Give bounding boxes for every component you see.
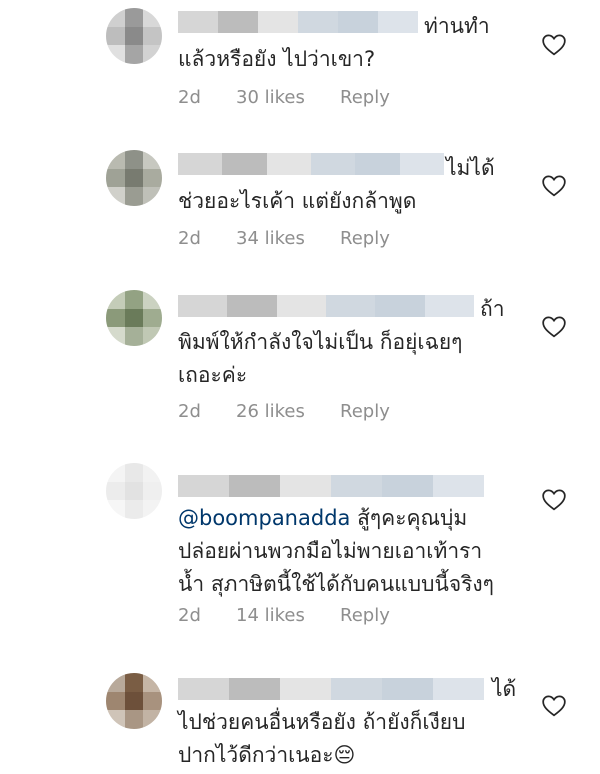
heart-outline-icon[interactable] <box>541 32 567 56</box>
username-suffix: ท่านทำ <box>424 14 490 38</box>
likes-count[interactable]: 30 likes <box>236 87 340 108</box>
avatar[interactable] <box>106 673 162 729</box>
mention-link[interactable]: @boompanadda <box>178 506 350 530</box>
comment-meta: 2d 26 likes Reply <box>178 401 390 422</box>
comment-body: ไปช่วยคนอื่นหรือยัง ถ้ายังก็เงียบ ปากไว้… <box>178 710 466 767</box>
heart-outline-icon[interactable] <box>541 487 567 511</box>
comment-text: ได้ ไปช่วยคนอื่นหรือยัง ถ้ายังก็เงียบ ปา… <box>178 673 528 772</box>
avatar[interactable] <box>106 290 162 346</box>
comment-body: ปล่อยผ่านพวกมือไม่พายเอาเท้ารา น้ำ สุภาษ… <box>178 539 494 596</box>
comment-first-line-text: สู้ๆคะคุณบุ่ม <box>350 506 468 530</box>
comment-first-line: @boompanadda สู้ๆคะคุณบุ่ม <box>178 502 467 535</box>
comment-body: พิมพ์ให้กำลังใจไม่เป็น ก็อยุ่เฉยๆ เถอะค่… <box>178 330 463 387</box>
likes-count[interactable]: 34 likes <box>236 228 340 249</box>
avatar[interactable] <box>106 150 162 206</box>
username-blurred[interactable] <box>178 475 484 497</box>
comment-meta: 2d 34 likes Reply <box>178 228 390 249</box>
comment-age: 2d <box>178 228 201 249</box>
comment-age: 2d <box>178 87 201 108</box>
reply-button[interactable]: Reply <box>340 401 390 422</box>
username-suffix: ได้ <box>492 677 517 701</box>
comment-body: แล้วหรือยัง ไปว่าเขา? <box>178 47 376 71</box>
username-suffix: ไม่ได้ <box>446 156 495 180</box>
heart-outline-icon[interactable] <box>541 314 567 338</box>
likes-count[interactable]: 14 likes <box>236 605 340 626</box>
reply-button[interactable]: Reply <box>340 228 390 249</box>
username-suffix: ถ้า <box>480 297 505 321</box>
comment-meta: 2d 30 likes Reply <box>178 87 390 108</box>
avatar[interactable] <box>106 463 162 519</box>
comment-meta: 2d 14 likes Reply <box>178 605 390 626</box>
comment-text: ถ้า พิมพ์ให้กำลังใจไม่เป็น ก็อยุ่เฉยๆ เถ… <box>178 293 528 392</box>
avatar[interactable] <box>106 8 162 64</box>
comment-text: @boompanadda สู้ๆคะคุณบุ่ม ปล่อยผ่านพวกม… <box>178 502 528 601</box>
comment-age: 2d <box>178 401 201 422</box>
comment-age: 2d <box>178 605 201 626</box>
reply-button[interactable]: Reply <box>340 605 390 626</box>
heart-outline-icon[interactable] <box>541 693 567 717</box>
likes-count[interactable]: 26 likes <box>236 401 340 422</box>
reply-button[interactable]: Reply <box>340 87 390 108</box>
comment-body: ช่วยอะไรเค้า แต่ยังกล้าพูด <box>178 189 417 213</box>
heart-outline-icon[interactable] <box>541 173 567 197</box>
